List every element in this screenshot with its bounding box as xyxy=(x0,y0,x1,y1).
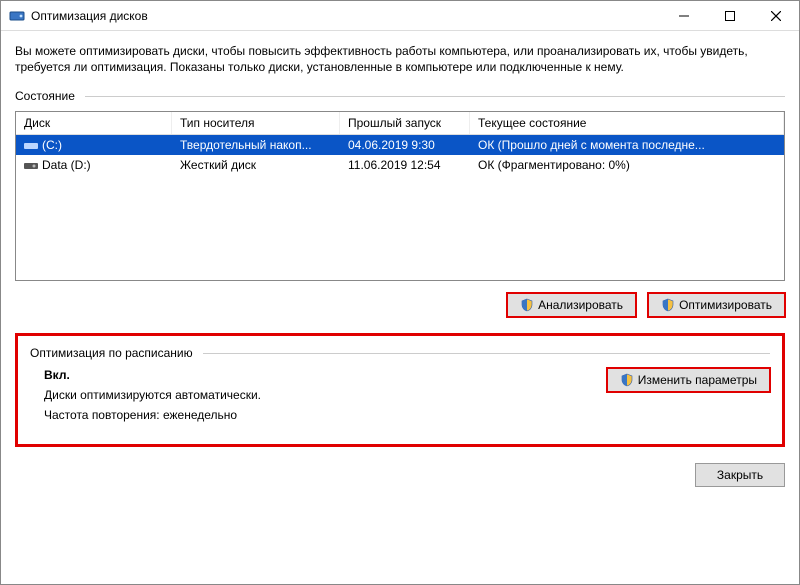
col-lastrun[interactable]: Прошлый запуск xyxy=(340,112,470,134)
description-text: Вы можете оптимизировать диски, чтобы по… xyxy=(15,43,785,75)
cell-disk: Data (D:) xyxy=(16,156,172,174)
shield-icon xyxy=(661,298,675,312)
minimize-button[interactable] xyxy=(661,1,707,31)
schedule-header: Оптимизация по расписанию xyxy=(30,346,770,360)
cell-lastrun: 11.06.2019 12:54 xyxy=(340,156,470,174)
cell-lastrun: 04.06.2019 9:30 xyxy=(340,136,470,154)
status-label: Состояние xyxy=(15,89,75,103)
cell-disk: (C:) xyxy=(16,136,172,154)
close-label: Закрыть xyxy=(717,468,763,482)
disk-optimization-window: Оптимизация дисков Вы можете оптимизиров… xyxy=(0,0,800,585)
cell-media: Твердотельный накоп... xyxy=(172,136,340,154)
drive-row[interactable]: Data (D:)Жесткий диск11.06.2019 12:54ОК … xyxy=(16,155,784,175)
optimize-button[interactable]: Оптимизировать xyxy=(648,293,785,317)
status-group-header: Состояние xyxy=(15,89,785,103)
cell-status: ОК (Фрагментировано: 0%) xyxy=(470,156,784,174)
divider xyxy=(203,353,770,354)
drive-icon xyxy=(24,140,38,150)
close-button[interactable] xyxy=(753,1,799,31)
drives-listview[interactable]: Диск Тип носителя Прошлый запуск Текущее… xyxy=(15,111,785,281)
action-buttons-row: Анализировать Оптимизировать xyxy=(15,293,785,317)
optimize-label: Оптимизировать xyxy=(679,298,772,312)
analyze-button[interactable]: Анализировать xyxy=(507,293,636,317)
drive-row[interactable]: (C:)Твердотельный накоп...04.06.2019 9:3… xyxy=(16,135,784,155)
listview-header: Диск Тип носителя Прошлый запуск Текущее… xyxy=(16,112,784,135)
close-dialog-button[interactable]: Закрыть xyxy=(695,463,785,487)
analyze-label: Анализировать xyxy=(538,298,623,312)
schedule-group: Оптимизация по расписанию Вкл. Диски опт… xyxy=(15,333,785,447)
change-settings-button[interactable]: Изменить параметры xyxy=(607,368,770,392)
drive-icon xyxy=(24,160,38,170)
app-icon xyxy=(9,8,25,24)
schedule-info: Вкл. Диски оптимизируются автоматически.… xyxy=(30,368,607,428)
schedule-line1: Диски оптимизируются автоматически. xyxy=(44,388,607,402)
col-status[interactable]: Текущее состояние xyxy=(470,112,784,134)
shield-icon xyxy=(620,373,634,387)
cell-status: ОК (Прошло дней с момента последне... xyxy=(470,136,784,154)
col-media[interactable]: Тип носителя xyxy=(172,112,340,134)
col-disk[interactable]: Диск xyxy=(16,112,172,134)
window-title: Оптимизация дисков xyxy=(31,9,661,23)
footer-row: Закрыть xyxy=(15,459,785,487)
schedule-heading: Оптимизация по расписанию xyxy=(30,346,193,360)
schedule-line2: Частота повторения: еженедельно xyxy=(44,408,607,422)
shield-icon xyxy=(520,298,534,312)
content-area: Вы можете оптимизировать диски, чтобы по… xyxy=(1,31,799,584)
schedule-state: Вкл. xyxy=(44,368,70,382)
maximize-button[interactable] xyxy=(707,1,753,31)
cell-media: Жесткий диск xyxy=(172,156,340,174)
titlebar: Оптимизация дисков xyxy=(1,1,799,31)
divider xyxy=(85,96,785,97)
change-label: Изменить параметры xyxy=(638,373,757,387)
